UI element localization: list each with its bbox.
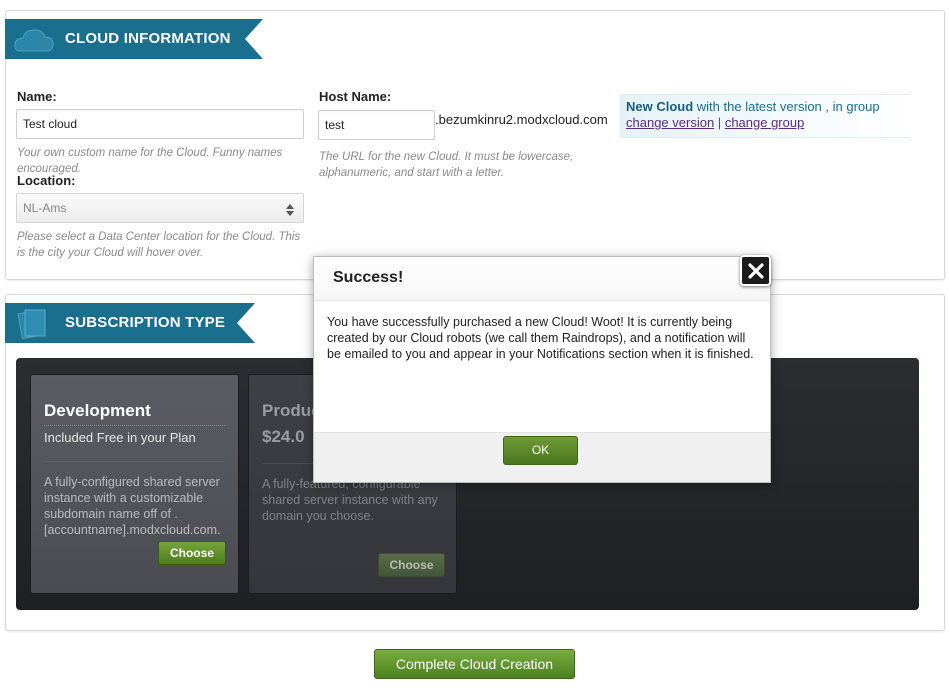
change-version-link[interactable]: change version xyxy=(626,115,714,130)
plan-subtitle: Included Free in your Plan xyxy=(44,425,225,445)
subscription-type-title: SUBSCRIPTION TYPE xyxy=(65,314,226,331)
link-separator: | xyxy=(717,115,722,130)
success-modal: Success! You have successfully purchased… xyxy=(313,256,771,483)
host-name-help-text: The URL for the new Cloud. It must be lo… xyxy=(319,151,574,179)
cloud-version-info: New Cloud with the latest version , in g… xyxy=(620,94,910,138)
location-select[interactable]: NL-Ams xyxy=(16,193,304,223)
cloud-information-panel: CLOUD INFORMATION Name: Your own custom … xyxy=(5,10,945,280)
name-input[interactable] xyxy=(16,109,304,139)
ok-button[interactable]: OK xyxy=(503,436,578,465)
host-name-input[interactable] xyxy=(318,110,435,140)
choose-development-button[interactable]: Choose xyxy=(158,541,226,565)
subscription-type-header: SUBSCRIPTION TYPE xyxy=(5,303,255,343)
plan-title: Development xyxy=(44,401,151,420)
modal-message: You have successfully purchased a new Cl… xyxy=(327,315,754,361)
location-label: Location: xyxy=(17,173,76,188)
select-arrows-icon xyxy=(285,200,295,228)
location-selected-value: NL-Ams xyxy=(23,201,67,215)
choose-production-button[interactable]: Choose xyxy=(378,553,445,577)
location-help-text: Please select a Data Center location for… xyxy=(17,231,301,259)
modal-title: Success! xyxy=(314,257,770,301)
stacked-pages-icon xyxy=(17,306,49,356)
close-modal-button[interactable] xyxy=(740,255,771,286)
new-cloud-label: New Cloud xyxy=(626,99,694,114)
plan-card-development: Development Included Free in your Plan A… xyxy=(30,374,239,594)
new-cloud-text: with the latest version , in group xyxy=(693,99,880,114)
cloud-information-title: CLOUD INFORMATION xyxy=(65,30,231,47)
cloud-icon xyxy=(13,25,55,69)
plan-description: A fully-configured shared server instanc… xyxy=(44,461,225,538)
modal-footer: OK xyxy=(314,432,770,482)
host-domain-suffix: .bezumkinru2.modxcloud.com xyxy=(435,112,608,127)
change-group-link[interactable]: change group xyxy=(725,115,805,130)
host-name-label: Host Name: xyxy=(319,89,392,104)
complete-cloud-creation-button[interactable]: Complete Cloud Creation xyxy=(374,649,575,679)
cloud-information-header: CLOUD INFORMATION xyxy=(5,19,263,59)
name-label: Name: xyxy=(17,89,57,104)
